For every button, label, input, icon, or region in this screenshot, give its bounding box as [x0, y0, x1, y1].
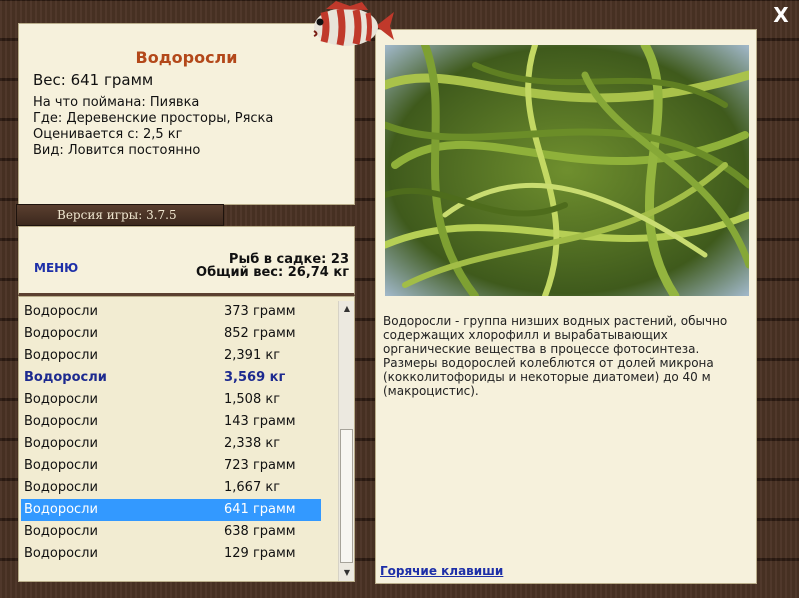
fish-info-card: Водоросли Вес: 641 грамм На что поймана:…: [18, 23, 355, 205]
scroll-up-icon[interactable]: ▲: [339, 301, 355, 317]
item-weight: 3,569 кг: [224, 370, 286, 385]
fish-title: Водоросли: [135, 48, 238, 67]
item-name: Водоросли: [24, 502, 98, 517]
list-item[interactable]: Водоросли 2,391 кг: [21, 345, 321, 367]
game-version: Версия игры: 3.7.5: [57, 208, 177, 222]
location-info: Где: Деревенские просторы, Ряска: [33, 111, 274, 126]
kind-info: Вид: Ловится постоянно: [33, 143, 201, 158]
seaweed-image: [385, 45, 749, 296]
item-name: Водоросли: [24, 326, 98, 341]
version-plate: Версия игры: 3.7.5: [16, 204, 224, 226]
list-item[interactable]: Водоросли 373 грамм: [21, 301, 321, 323]
item-weight: 638 грамм: [224, 524, 296, 539]
item-name: Водоросли: [24, 370, 107, 385]
scroll-thumb[interactable]: [340, 429, 353, 563]
list-item[interactable]: Водоросли 1,508 кг: [21, 389, 321, 411]
item-weight: 2,391 кг: [224, 348, 281, 363]
item-name: Водоросли: [24, 392, 98, 407]
hotkeys-link[interactable]: Горячие клавиши: [380, 564, 503, 578]
list-item[interactable]: Водоросли 143 грамм: [21, 411, 321, 433]
item-weight: 2,338 кг: [224, 436, 281, 451]
item-name: Водоросли: [24, 524, 98, 539]
bait-info: На что поймана: Пиявка: [33, 95, 200, 110]
item-name: Водоросли: [24, 414, 98, 429]
item-weight: 723 грамм: [224, 458, 296, 473]
keepnet-stats-panel: МЕНЮ Рыб в садке: 23 Общий вес: 26,74 кг: [18, 226, 355, 296]
list-item[interactable]: Водоросли 2,338 кг: [21, 433, 321, 455]
catch-list: Водоросли 373 грамм Водоросли 852 грамм …: [18, 296, 355, 582]
item-name: Водоросли: [24, 436, 98, 451]
fish-description: Водоросли - группа низших водных растени…: [383, 314, 728, 398]
list-item[interactable]: Водоросли 1,667 кг: [21, 477, 321, 499]
list-item[interactable]: Водоросли 723 грамм: [21, 455, 321, 477]
item-name: Водоросли: [24, 458, 98, 473]
close-button[interactable]: X: [770, 4, 792, 26]
item-weight: 143 грамм: [224, 414, 296, 429]
item-weight: 1,667 кг: [224, 480, 281, 495]
menu-button[interactable]: МЕНЮ: [34, 261, 78, 275]
total-weight: Общий вес: 26,74 кг: [196, 265, 349, 280]
item-weight: 129 грамм: [224, 546, 296, 561]
list-item-heaviest[interactable]: Водоросли 3,569 кг: [21, 367, 321, 389]
list-item[interactable]: Водоросли 852 грамм: [21, 323, 321, 345]
item-name: Водоросли: [24, 304, 98, 319]
item-name: Водоросли: [24, 480, 98, 495]
item-name: Водоросли: [24, 546, 98, 561]
item-weight: 641 грамм: [224, 502, 296, 517]
list-scrollbar[interactable]: ▲ ▼: [338, 301, 354, 581]
item-weight: 1,508 кг: [224, 392, 281, 407]
list-item[interactable]: Водоросли 638 грамм: [21, 521, 321, 543]
fish-logo-icon: [306, 0, 394, 52]
list-item[interactable]: Водоросли 129 грамм: [21, 543, 321, 565]
list-item-selected[interactable]: Водоросли 641 грамм: [21, 499, 321, 521]
fish-weight: Вес: 641 грамм: [33, 71, 154, 89]
item-weight: 852 грамм: [224, 326, 296, 341]
valued-from-info: Оценивается с: 2,5 кг: [33, 127, 183, 142]
fish-photo: [385, 45, 749, 296]
item-name: Водоросли: [24, 348, 98, 363]
scroll-down-icon[interactable]: ▼: [339, 565, 355, 581]
item-weight: 373 грамм: [224, 304, 296, 319]
